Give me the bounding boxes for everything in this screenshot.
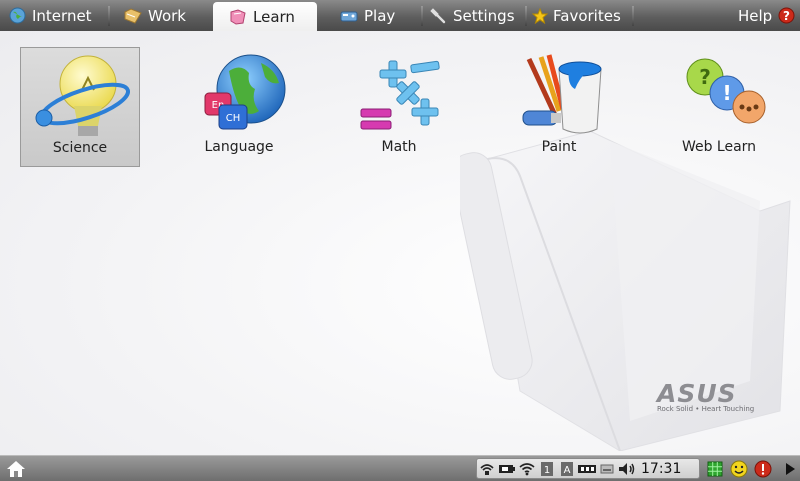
app-paint[interactable]: Paint <box>499 47 619 167</box>
app-label: Science <box>52 140 108 156</box>
tab-internet[interactable]: Internet <box>8 0 92 31</box>
tab-label: Internet <box>32 6 92 25</box>
gamepad-icon <box>340 7 358 25</box>
tab-settings[interactable]: Settings <box>429 0 515 31</box>
tab-separator <box>421 6 423 26</box>
grid-icon[interactable] <box>705 459 725 479</box>
svg-text:CH: CH <box>226 113 241 124</box>
app-label: Language <box>204 139 274 155</box>
star-icon <box>531 7 549 25</box>
tab-favorites[interactable]: Favorites <box>531 0 621 31</box>
tab-learn[interactable]: Learn <box>213 2 317 32</box>
learn-content-area: Science En CH Language Math Paint ? ! We… <box>0 31 800 455</box>
app-label: Math <box>381 139 417 155</box>
app-language[interactable]: En CH Language <box>179 47 299 167</box>
battery-icon[interactable] <box>497 460 517 477</box>
help-button[interactable]: Help ? <box>738 0 795 31</box>
wrench-icon <box>429 7 447 25</box>
app-web-learn[interactable]: ? ! Web Learn <box>659 47 779 167</box>
math-symbols-icon <box>360 60 440 130</box>
svg-text:1: 1 <box>544 465 550 476</box>
language-globe-icon: En CH <box>204 54 286 130</box>
top-tab-bar: Internet Work Learn Play Settings Favori… <box>0 0 800 32</box>
svg-text:!: ! <box>722 81 731 105</box>
usb-icon[interactable] <box>577 460 597 477</box>
book-icon <box>229 8 247 26</box>
home-icon[interactable] <box>6 459 26 479</box>
asus-tagline: Rock Solid • Heart Touching <box>657 405 755 413</box>
paint-bucket-icon <box>522 54 602 134</box>
app-math[interactable]: Math <box>339 47 459 167</box>
folder-icon <box>124 7 142 25</box>
tab-label: Favorites <box>553 6 621 25</box>
globe-icon <box>8 7 26 25</box>
svg-text:?: ? <box>699 65 711 89</box>
tab-play[interactable]: Play <box>340 0 395 31</box>
tab-label: Work <box>148 6 186 25</box>
tab-label: Learn <box>253 8 295 26</box>
tab-separator <box>632 6 634 26</box>
svg-text:A: A <box>564 465 571 476</box>
wifi-icon[interactable] <box>517 460 537 477</box>
app-label: Paint <box>541 139 577 155</box>
help-label: Help <box>738 6 773 25</box>
svg-text:?: ? <box>783 9 790 23</box>
smiley-icon[interactable] <box>729 459 749 479</box>
app-science[interactable]: Science <box>20 47 140 167</box>
system-tray: 1 A 17:31 <box>476 458 700 479</box>
tab-label: Settings <box>453 6 515 25</box>
clock[interactable]: 17:31 <box>641 461 681 477</box>
tab-label: Play <box>364 6 396 25</box>
network-icon[interactable] <box>477 460 497 477</box>
web-learn-icon: ? ! <box>686 58 766 124</box>
lightbulb-icon <box>35 55 130 136</box>
asus-brand: ASUS <box>657 379 737 408</box>
tab-work[interactable]: Work <box>124 0 186 31</box>
taskbar: 1 A 17:31 <box>0 455 800 481</box>
tab-separator <box>108 6 110 26</box>
power-icon[interactable] <box>753 459 773 479</box>
volume-icon[interactable] <box>617 460 637 477</box>
help-icon: ? <box>777 7 795 25</box>
keyboard-layout-icon[interactable]: 1 <box>537 460 557 477</box>
font-icon[interactable]: A <box>557 460 577 477</box>
tab-separator <box>525 6 527 26</box>
arrow-right-icon[interactable] <box>780 459 800 479</box>
app-label: Web Learn <box>681 139 757 155</box>
asus-logo: ASUS Rock Solid • Heart Touching <box>657 379 767 413</box>
disk-icon[interactable] <box>597 460 617 477</box>
